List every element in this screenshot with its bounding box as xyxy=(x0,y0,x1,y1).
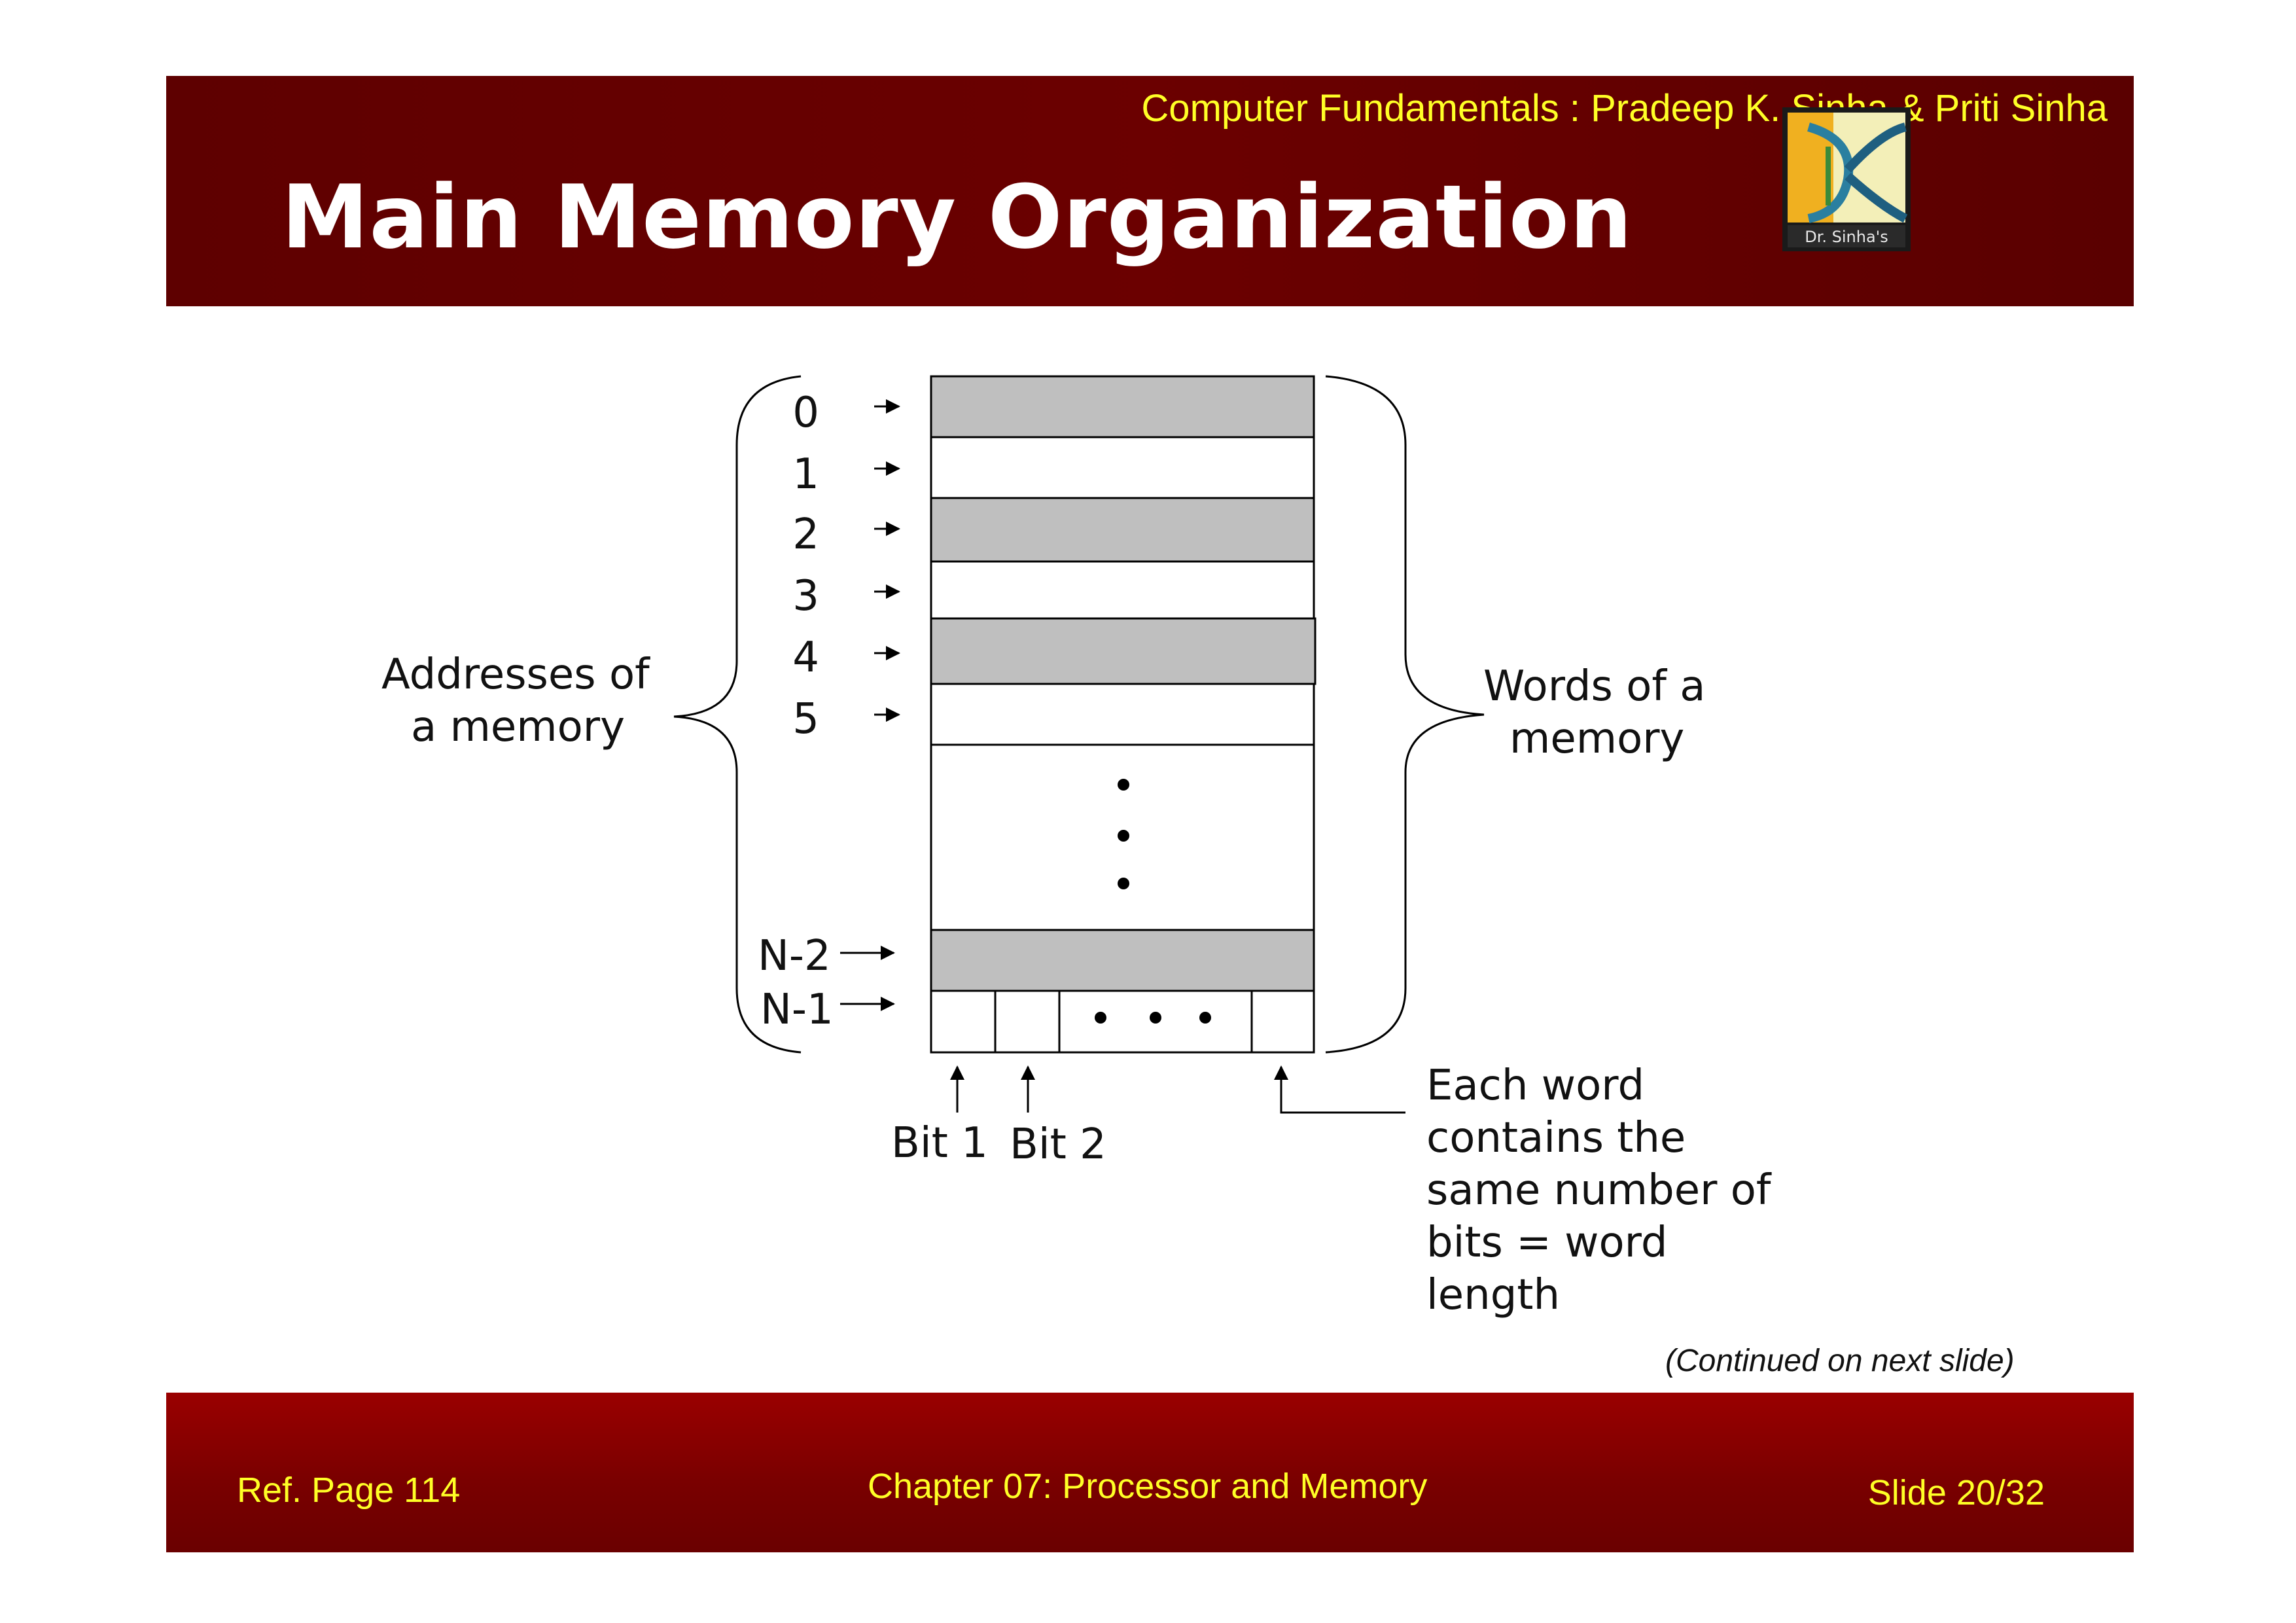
address-label-5: 5 xyxy=(792,695,819,743)
address-label-0: 0 xyxy=(792,389,819,437)
memory-word-1 xyxy=(930,436,1315,499)
slide-number: Slide 20/32 xyxy=(1867,1473,2045,1512)
memory-word-2 xyxy=(930,497,1315,563)
footer-bar: Ref. Page 114 Chapter 07: Processor and … xyxy=(166,1393,2134,1552)
address-label-n-2: N-2 xyxy=(758,932,831,980)
memory-word-n-2 xyxy=(930,929,1315,992)
word-note-line3: same number of xyxy=(1426,1166,1771,1215)
word-note-line1: Each word xyxy=(1426,1061,1645,1110)
continued-note: (Continued on next slide) xyxy=(1665,1344,2015,1378)
address-label-4: 4 xyxy=(792,633,819,682)
words-caption-line2: memory xyxy=(1510,715,1685,763)
address-label-2: 2 xyxy=(792,510,819,559)
addresses-caption-line2: a memory xyxy=(411,703,625,751)
word-note-line2: contains the xyxy=(1426,1114,1686,1162)
memory-word-4 xyxy=(930,617,1316,685)
word-length-arrow xyxy=(1274,1065,1405,1114)
ellipsis-dot xyxy=(1150,1012,1161,1024)
words-caption-line1: Words of a xyxy=(1483,662,1706,711)
address-label-1: 1 xyxy=(792,450,819,499)
ref-page: Ref. Page 114 xyxy=(237,1471,461,1510)
ellipsis-dot xyxy=(1118,830,1129,842)
memory-word-n-1 xyxy=(930,990,1315,1054)
chapter-title: Chapter 07: Processor and Memory xyxy=(868,1467,1428,1506)
bit-2-label: Bit 2 xyxy=(1010,1120,1106,1169)
ellipsis-dot xyxy=(1118,779,1129,791)
address-label-3: 3 xyxy=(792,572,819,620)
ellipsis-dot xyxy=(1118,878,1129,889)
right-brace xyxy=(1325,375,1485,1054)
address-label-n-1: N-1 xyxy=(760,986,834,1034)
memory-word-3 xyxy=(930,560,1315,620)
addresses-caption-line1: Addresses of xyxy=(381,651,650,699)
ellipsis-dot xyxy=(1199,1012,1211,1024)
memory-diagram xyxy=(673,375,1485,1114)
word-note-line4: bits = word xyxy=(1426,1219,1668,1267)
word-note-line5: length xyxy=(1426,1271,1560,1319)
bit-1-label: Bit 1 xyxy=(891,1119,988,1168)
memory-word-0 xyxy=(930,375,1315,438)
ellipsis-dot xyxy=(1095,1012,1106,1024)
memory-word-5 xyxy=(930,683,1315,746)
